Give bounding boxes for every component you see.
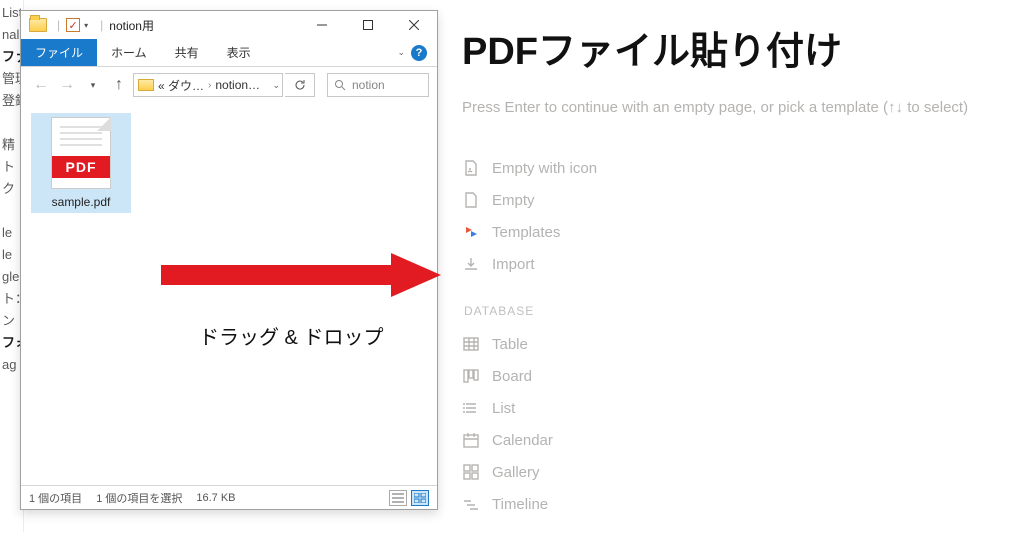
explorer-navbar: ← → ▾ ↑ « ダウ… › notion… ⌄ notion: [21, 67, 437, 103]
search-input[interactable]: notion: [327, 73, 429, 97]
template-option-gallery[interactable]: Gallery: [462, 456, 1000, 488]
qat-dropdown-icon[interactable]: ▾: [84, 21, 88, 30]
template-label: Board: [492, 368, 532, 385]
dragdrop-label: ドラッグ & ドロップ: [199, 321, 383, 350]
tab-share[interactable]: 共有: [161, 39, 213, 66]
address-dropdown-icon[interactable]: ⌄: [272, 80, 280, 91]
template-option-empty-with-icon[interactable]: Empty with icon: [462, 152, 1000, 184]
search-icon: [334, 79, 346, 91]
breadcrumb: « ダウ…: [158, 77, 204, 94]
tab-view[interactable]: 表示: [213, 39, 265, 66]
window-title: notion用: [109, 17, 154, 34]
ribbon-expand-icon[interactable]: ⌄: [397, 47, 405, 58]
empty-with-icon-icon: [462, 159, 480, 177]
status-size: 16.7 KB: [196, 492, 235, 504]
chevron-right-icon: ›: [208, 80, 211, 91]
table-icon: [462, 335, 480, 353]
template-option-calendar[interactable]: Calendar: [462, 424, 1000, 456]
pdf-file-icon: PDF: [51, 117, 111, 189]
nav-back-button[interactable]: ←: [29, 73, 53, 97]
template-label: Calendar: [492, 432, 553, 449]
status-selection: 1 個の項目を選択: [96, 490, 182, 506]
nav-up-button[interactable]: ↑: [107, 73, 131, 97]
close-button[interactable]: [391, 11, 437, 39]
search-placeholder: notion: [352, 78, 385, 92]
file-name: sample.pdf: [35, 195, 127, 209]
explorer-ribbon: ファイル ホーム 共有 表示 ⌄ ?: [21, 39, 437, 67]
template-label: Empty: [492, 192, 535, 209]
template-option-templates[interactable]: Templates: [462, 216, 1000, 248]
folder-icon: [29, 18, 47, 32]
template-label: Import: [492, 256, 535, 273]
view-icons-button[interactable]: [411, 490, 429, 506]
template-label: Table: [492, 336, 528, 353]
template-label: Gallery: [492, 464, 540, 481]
board-icon: [462, 367, 480, 385]
template-option-timeline[interactable]: Timeline: [462, 488, 1000, 520]
breadcrumb: notion…: [215, 78, 260, 92]
template-label: Empty with icon: [492, 160, 597, 177]
template-option-list[interactable]: List: [462, 392, 1000, 424]
explorer-content[interactable]: PDF sample.pdf ドラッグ & ドロップ: [21, 103, 437, 485]
maximize-button[interactable]: [345, 11, 391, 39]
timeline-icon: [462, 495, 480, 513]
template-label: List: [492, 400, 515, 417]
view-details-button[interactable]: [389, 490, 407, 506]
minimize-button[interactable]: [299, 11, 345, 39]
address-bar[interactable]: « ダウ… › notion… ⌄: [133, 73, 283, 97]
template-option-import[interactable]: Import: [462, 248, 1000, 280]
explorer-statusbar: 1 個の項目 1 個の項目を選択 16.7 KB: [21, 485, 437, 509]
file-item-sample-pdf[interactable]: PDF sample.pdf: [31, 113, 131, 213]
refresh-button[interactable]: [285, 73, 315, 97]
folder-icon: [138, 79, 154, 91]
drag-arrow-icon: [161, 253, 441, 297]
template-label: Timeline: [492, 496, 548, 513]
template-label: Templates: [492, 224, 560, 241]
tab-file[interactable]: ファイル: [21, 39, 97, 66]
calendar-icon: [462, 431, 480, 449]
template-option-board[interactable]: Board: [462, 360, 1000, 392]
import-icon: [462, 255, 480, 273]
database-list: Table Board List Calendar Gallery Timeline: [462, 328, 1000, 520]
select-icon: ✓: [66, 18, 80, 32]
template-list: Empty with icon Empty Templates Import: [462, 152, 1000, 280]
page-title[interactable]: PDFファイル貼り付け: [462, 20, 1000, 75]
nav-history-button[interactable]: ▾: [81, 73, 105, 97]
page-hint: Press Enter to continue with an empty pa…: [462, 99, 1000, 116]
database-heading: DATABASE: [464, 304, 1000, 318]
help-icon[interactable]: ?: [411, 45, 427, 61]
empty-icon: [462, 191, 480, 209]
list-icon: [462, 399, 480, 417]
notion-page: PDFファイル貼り付け Press Enter to continue with…: [462, 20, 1000, 544]
tab-home[interactable]: ホーム: [97, 39, 161, 66]
nav-forward-button[interactable]: →: [55, 73, 79, 97]
template-option-empty[interactable]: Empty: [462, 184, 1000, 216]
templates-icon: [462, 223, 480, 241]
gallery-icon: [462, 463, 480, 481]
template-option-table[interactable]: Table: [462, 328, 1000, 360]
file-explorer-window: | ✓ ▾ | notion用 ファイル ホーム 共有 表示 ⌄ ? ← → ▾: [20, 10, 438, 510]
ribbon-help: ⌄ ?: [397, 39, 437, 66]
explorer-titlebar: | ✓ ▾ | notion用: [21, 11, 437, 39]
status-item-count: 1 個の項目: [29, 490, 82, 506]
